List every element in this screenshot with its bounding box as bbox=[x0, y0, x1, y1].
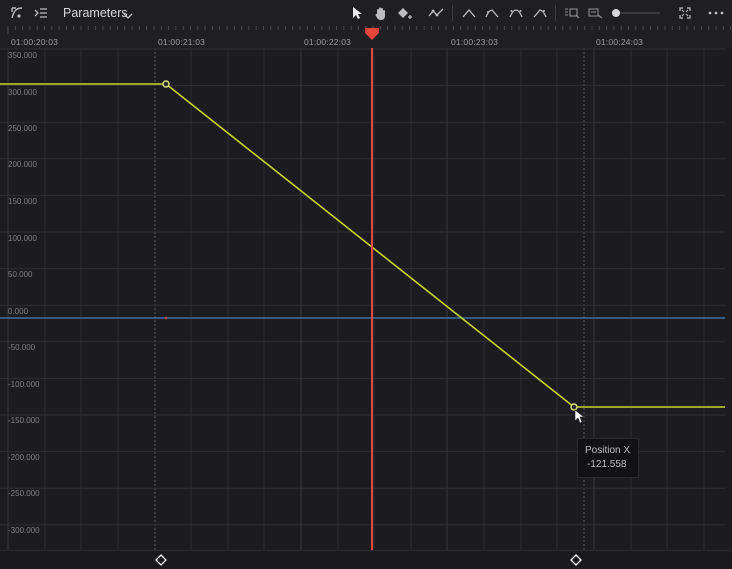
y-axis-label: 50.000 bbox=[8, 270, 33, 279]
ruler-timecode: 01:00:22:03 bbox=[304, 37, 352, 47]
chevron-down-icon[interactable] bbox=[123, 7, 133, 25]
more-options-icon[interactable] bbox=[706, 4, 726, 22]
fullscreen-icon[interactable] bbox=[677, 4, 693, 22]
linear-icon[interactable] bbox=[531, 4, 549, 22]
ease-both-icon[interactable] bbox=[507, 4, 525, 22]
y-axis-label: 200.000 bbox=[8, 160, 37, 169]
hand-icon[interactable] bbox=[372, 4, 390, 22]
position-x-curve[interactable] bbox=[0, 83, 725, 408]
playhead-handle[interactable] bbox=[364, 27, 380, 41]
y-axis-label: 100.000 bbox=[8, 234, 37, 243]
y-axis-label: 150.000 bbox=[8, 197, 37, 206]
ease-in-icon[interactable] bbox=[460, 4, 478, 22]
ease-out-icon[interactable] bbox=[483, 4, 501, 22]
pointer-icon[interactable] bbox=[349, 4, 365, 22]
curve-select-icon[interactable] bbox=[8, 4, 26, 22]
ruler-timecode: 01:00:21:03 bbox=[158, 37, 206, 47]
tooltip-parameter-name: Position X bbox=[585, 445, 631, 456]
expand-list-icon[interactable] bbox=[32, 4, 50, 22]
toolbar-divider bbox=[452, 5, 453, 21]
zoom-slider-track[interactable] bbox=[616, 12, 660, 14]
y-axis-label: -250.000 bbox=[8, 489, 40, 498]
graph-toolbar: Parameters bbox=[0, 0, 732, 27]
zoom-to-fit-icon[interactable] bbox=[563, 4, 581, 22]
y-axis-label: 0.000 bbox=[8, 307, 29, 316]
y-axis-label: -50.000 bbox=[8, 343, 36, 352]
y-axis-label: -300.000 bbox=[8, 526, 40, 535]
ruler-timecode: 01:00:24:03 bbox=[596, 37, 644, 47]
y-axis-label: 300.000 bbox=[8, 88, 37, 97]
toolbar-divider bbox=[555, 5, 556, 21]
y-axis-label: -150.000 bbox=[8, 416, 40, 425]
mouse-cursor-icon bbox=[574, 409, 585, 424]
ruler-timecode: 01:00:20:03 bbox=[11, 37, 59, 47]
value-tooltip: Position X -121.558 bbox=[577, 438, 639, 478]
zoom-selection-icon[interactable] bbox=[587, 4, 605, 22]
keyframe-track-canvas bbox=[155, 554, 582, 566]
keyframe-diamond[interactable] bbox=[570, 554, 582, 566]
smooth-keyframe-icon[interactable] bbox=[427, 4, 445, 22]
keyframe-point[interactable] bbox=[162, 80, 170, 88]
keyframe-diamond[interactable] bbox=[155, 554, 167, 566]
tooltip-value: -121.558 bbox=[587, 459, 627, 470]
add-keyframe-icon[interactable] bbox=[396, 4, 416, 22]
baseline-marker bbox=[164, 316, 168, 320]
y-axis-label: -200.000 bbox=[8, 453, 40, 462]
keyframe-track[interactable] bbox=[0, 550, 732, 569]
parameters-dropdown-label[interactable]: Parameters bbox=[63, 6, 128, 20]
ruler-timecode: 01:00:23:03 bbox=[451, 37, 499, 47]
zoom-slider-handle[interactable] bbox=[612, 9, 620, 17]
y-axis-label: -100.000 bbox=[8, 380, 40, 389]
y-axis-label: 350.000 bbox=[8, 51, 37, 60]
y-axis-label: 250.000 bbox=[8, 124, 37, 133]
keyframe-point[interactable] bbox=[570, 403, 578, 411]
